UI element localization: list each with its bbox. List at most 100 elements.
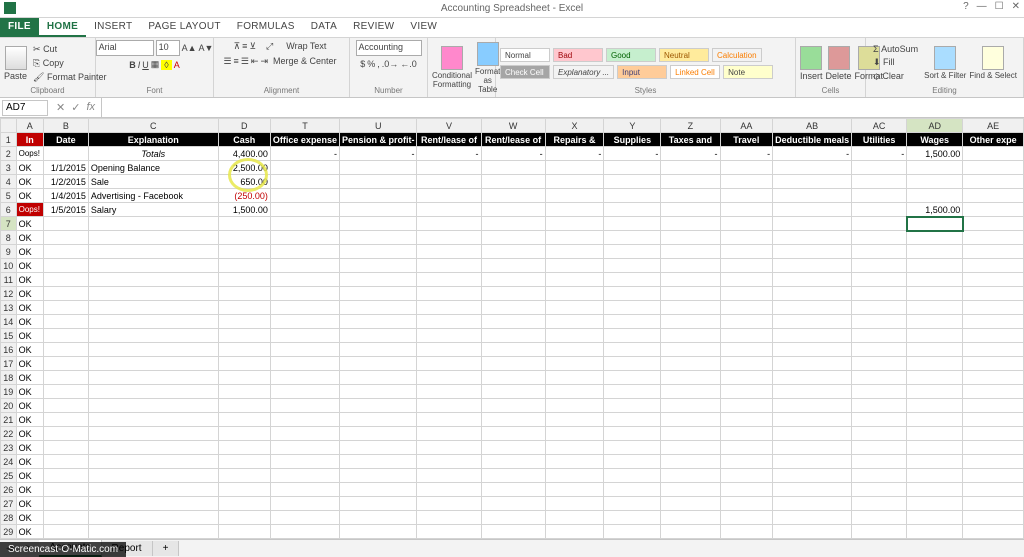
col-header-AC[interactable]: AC: [852, 119, 907, 133]
bold-button[interactable]: B: [129, 60, 136, 70]
row-header-19[interactable]: 19: [1, 385, 17, 399]
table-row[interactable]: 4 OK1/2/2015Sale650.00: [1, 175, 1024, 189]
grid[interactable]: ABCDTUVWXYZAAABACADAE1 InDateExplanation…: [0, 118, 1024, 539]
style-check-cell[interactable]: Check Cell: [500, 65, 550, 79]
col-header-AD[interactable]: AD: [907, 119, 963, 133]
row-header-22[interactable]: 22: [1, 427, 17, 441]
wrap-text-button[interactable]: Wrap Text: [283, 40, 329, 52]
tab-home[interactable]: HOME: [39, 18, 86, 37]
merge-center-button[interactable]: Merge & Center: [270, 55, 340, 67]
name-box[interactable]: AD7: [2, 100, 48, 116]
font-color-button[interactable]: A: [174, 60, 180, 70]
row-header-18[interactable]: 18: [1, 371, 17, 385]
row-header-20[interactable]: 20: [1, 399, 17, 413]
spreadsheet-area[interactable]: ABCDTUVWXYZAAABACADAE1 InDateExplanation…: [0, 118, 1024, 539]
row-header-13[interactable]: 13: [1, 301, 17, 315]
col-header-Z[interactable]: Z: [661, 119, 720, 133]
table-row[interactable]: 3 OK1/1/2015Opening Balance2,500.00: [1, 161, 1024, 175]
align-right-icon[interactable]: ☰: [241, 56, 249, 67]
style-calculation[interactable]: Calculation: [712, 48, 762, 62]
cancel-formula-icon[interactable]: ✕: [56, 101, 65, 114]
decrease-font-icon[interactable]: A▼: [199, 43, 214, 53]
decrease-decimal-icon[interactable]: ←.0: [400, 59, 417, 69]
enter-formula-icon[interactable]: ✓: [71, 101, 80, 114]
col-header-A[interactable]: A: [16, 119, 43, 133]
row-header-26[interactable]: 26: [1, 483, 17, 497]
table-row[interactable]: 6 Oops!1/5/2015Salary1,500.001,500.00: [1, 203, 1024, 217]
row-header-12[interactable]: 12: [1, 287, 17, 301]
row-header-28[interactable]: 28: [1, 511, 17, 525]
tab-review[interactable]: REVIEW: [345, 18, 402, 37]
col-header-W[interactable]: W: [481, 119, 545, 133]
row-header-7[interactable]: 7: [1, 217, 17, 231]
style-normal[interactable]: Normal: [500, 48, 550, 62]
align-center-icon[interactable]: ≡: [234, 56, 239, 66]
row-header-3[interactable]: 3: [1, 161, 17, 175]
number-format-select[interactable]: Accounting: [356, 40, 422, 56]
table-row[interactable]: 5 OK1/4/2015Advertising - Facebook(250.0…: [1, 189, 1024, 203]
tab-page-layout[interactable]: PAGE LAYOUT: [140, 18, 228, 37]
tab-file[interactable]: FILE: [0, 18, 39, 37]
col-header-Y[interactable]: Y: [604, 119, 661, 133]
col-header-U[interactable]: U: [339, 119, 417, 133]
autosum-button[interactable]: Σ AutoSum: [870, 43, 921, 55]
fx-icon[interactable]: fx: [86, 101, 95, 114]
increase-decimal-icon[interactable]: .0→: [382, 59, 399, 69]
indent-dec-icon[interactable]: ⇤: [251, 56, 259, 67]
clear-button[interactable]: ◇ Clear: [870, 70, 921, 83]
tab-insert[interactable]: INSERT: [86, 18, 140, 37]
row-header-8[interactable]: 8: [1, 231, 17, 245]
row-header-29[interactable]: 29: [1, 525, 17, 539]
style-explanatory[interactable]: Explanatory ...: [553, 65, 614, 79]
formula-bar[interactable]: [101, 98, 1024, 117]
row-header-21[interactable]: 21: [1, 413, 17, 427]
insert-cells-button[interactable]: Insert: [800, 46, 823, 81]
minimize-button[interactable]: —: [977, 1, 987, 12]
row-header-24[interactable]: 24: [1, 455, 17, 469]
align-bottom-icon[interactable]: ⊻: [249, 41, 256, 52]
find-select-button[interactable]: Find & Select: [969, 46, 1017, 80]
fill-color-button[interactable]: ◊: [161, 60, 171, 70]
row-header-5[interactable]: 5: [1, 189, 17, 203]
increase-font-icon[interactable]: A▲: [182, 43, 197, 53]
col-header-AB[interactable]: AB: [773, 119, 852, 133]
row-header-25[interactable]: 25: [1, 469, 17, 483]
close-button[interactable]: ✕: [1012, 1, 1020, 12]
style-note[interactable]: Note: [723, 65, 773, 79]
col-header-AE[interactable]: AE: [963, 119, 1024, 133]
row-header-6[interactable]: 6: [1, 203, 17, 217]
row-header-23[interactable]: 23: [1, 441, 17, 455]
col-header-V[interactable]: V: [417, 119, 481, 133]
style-linked-cell[interactable]: Linked Cell: [670, 65, 720, 79]
row-header-14[interactable]: 14: [1, 315, 17, 329]
col-header-D[interactable]: D: [218, 119, 270, 133]
style-bad[interactable]: Bad: [553, 48, 603, 62]
indent-inc-icon[interactable]: ⇥: [260, 56, 268, 67]
row-header-15[interactable]: 15: [1, 329, 17, 343]
underline-button[interactable]: U: [142, 60, 149, 70]
row-header-27[interactable]: 27: [1, 497, 17, 511]
font-size-select[interactable]: 10: [156, 40, 180, 56]
col-header-AA[interactable]: AA: [720, 119, 773, 133]
sheet-tab-add[interactable]: +: [153, 541, 180, 556]
col-header-X[interactable]: X: [545, 119, 604, 133]
row-header-16[interactable]: 16: [1, 343, 17, 357]
row-header-1[interactable]: 1: [1, 133, 17, 147]
align-left-icon[interactable]: ☰: [223, 56, 231, 67]
style-neutral[interactable]: Neutral: [659, 48, 709, 62]
currency-icon[interactable]: $: [360, 59, 365, 69]
help-icon[interactable]: ?: [963, 1, 969, 12]
border-button[interactable]: ▦: [151, 59, 160, 70]
row-header-2[interactable]: 2: [1, 147, 17, 161]
row-header-9[interactable]: 9: [1, 245, 17, 259]
active-cell[interactable]: [907, 217, 963, 231]
row-header-17[interactable]: 17: [1, 357, 17, 371]
col-header-B[interactable]: B: [43, 119, 88, 133]
conditional-formatting-button[interactable]: Conditional Formatting: [432, 46, 472, 89]
sort-filter-button[interactable]: Sort & Filter: [924, 46, 966, 80]
style-input[interactable]: Input: [617, 65, 667, 79]
maximize-button[interactable]: ☐: [995, 1, 1004, 12]
row-header-11[interactable]: 11: [1, 273, 17, 287]
italic-button[interactable]: I: [138, 60, 141, 70]
col-header-T[interactable]: T: [270, 119, 339, 133]
